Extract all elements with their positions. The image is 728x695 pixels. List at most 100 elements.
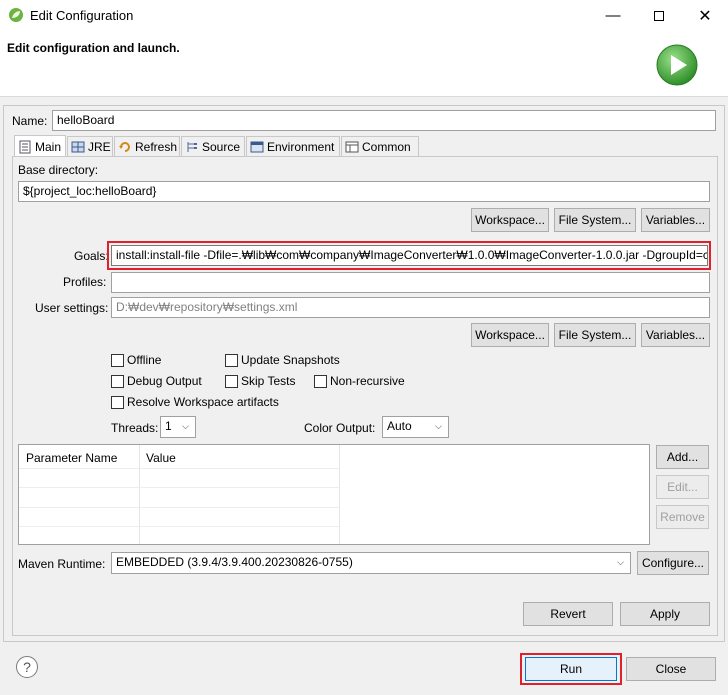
maximize-button[interactable] (636, 0, 682, 31)
threads-label: Threads: (111, 421, 159, 435)
minimize-button[interactable]: — (590, 0, 636, 31)
apply-button[interactable]: Apply (620, 602, 710, 626)
row-divider (19, 487, 339, 488)
source-tab-icon (187, 142, 197, 152)
file-system-button[interactable]: File System... (554, 208, 636, 232)
skip-tests-checkbox[interactable]: Skip Tests (225, 374, 295, 388)
offline-checkbox[interactable]: Offline (111, 353, 161, 367)
edit-button-label: Edit... (667, 480, 698, 494)
column-header-parameter-name: Parameter Name (26, 451, 118, 465)
skip-tests-checkbox-box[interactable] (225, 374, 238, 388)
tab-jre[interactable]: JRE (67, 136, 113, 157)
tab-jre-label: JRE (88, 140, 111, 154)
maven-runtime-select[interactable]: EMBEDDED (3.9.4/3.9.400.20230826-0755) ⌵ (111, 552, 631, 574)
tab-common[interactable]: Common (341, 136, 419, 157)
help-icon[interactable]: ? (16, 656, 38, 678)
offline-label: Offline (127, 353, 162, 367)
variables-button-label: Variables... (645, 213, 706, 227)
maven-runtime-value: EMBEDDED (3.9.4/3.9.400.20230826-0755) (116, 555, 353, 569)
user-settings-label: User settings: (35, 301, 109, 315)
minimize-icon: — (605, 7, 621, 24)
common-tab-icon (345, 141, 359, 153)
remove-button-label: Remove (660, 510, 705, 524)
tab-refresh-label: Refresh (135, 140, 178, 154)
tab-environment[interactable]: Environment (246, 136, 340, 157)
resolve-workspace-checkbox-box[interactable] (111, 395, 124, 409)
non-recursive-checkbox[interactable]: Non-recursive (314, 374, 405, 388)
row-divider (19, 468, 339, 469)
resolve-workspace-checkbox[interactable]: Resolve Workspace artifacts (111, 395, 279, 409)
spring-leaf-icon (9, 8, 23, 22)
close-button[interactable]: Close (626, 657, 716, 681)
offline-checkbox-box[interactable] (111, 353, 124, 367)
update-snapshots-checkbox-box[interactable] (225, 353, 238, 367)
workspace-button[interactable]: Workspace... (471, 208, 549, 232)
base-directory-input[interactable]: ${project_loc:helloBoard} (18, 181, 710, 202)
window-title: Edit Configuration (30, 8, 134, 23)
non-recursive-label: Non-recursive (330, 374, 405, 388)
base-directory-label: Base directory: (18, 163, 99, 177)
revert-button-label: Revert (550, 607, 586, 621)
profiles-label: Profiles: (63, 275, 107, 289)
debug-output-label: Debug Output (127, 374, 202, 388)
goals-input[interactable]: install:install-file -Dfile=.₩lib₩com₩co… (111, 245, 708, 266)
tab-environment-label: Environment (267, 140, 335, 154)
goals-label: Goals: (74, 249, 109, 263)
resolve-workspace-label: Resolve Workspace artifacts (127, 395, 279, 409)
run-button[interactable]: Run (525, 657, 617, 681)
banner-title: Edit configuration and launch. (7, 41, 180, 55)
apply-button-label: Apply (649, 607, 681, 621)
color-output-select[interactable]: Auto ⌵ (382, 416, 449, 438)
row-divider (19, 507, 339, 508)
chevron-down-icon: ⌵ (435, 421, 442, 431)
tab-main[interactable]: Main (14, 135, 66, 157)
header-banner: Edit configuration and launch. (0, 31, 728, 97)
title-bar: Edit Configuration — ✕ (0, 0, 728, 31)
maven-runtime-label: Maven Runtime: (18, 557, 106, 571)
tab-source[interactable]: Source (181, 136, 245, 157)
run-launch-icon (656, 44, 698, 86)
variables-button-2-label: Variables... (645, 328, 706, 342)
jre-tab-icon (71, 141, 85, 153)
skip-tests-label: Skip Tests (241, 374, 296, 388)
debug-output-checkbox-box[interactable] (111, 374, 124, 388)
edit-button[interactable]: Edit... (656, 475, 709, 499)
variables-button[interactable]: Variables... (641, 208, 710, 232)
update-snapshots-checkbox[interactable]: Update Snapshots (225, 353, 340, 367)
file-system-button-2-label: File System... (558, 328, 632, 342)
name-input[interactable]: helloBoard (52, 110, 716, 131)
non-recursive-checkbox-box[interactable] (314, 374, 327, 388)
close-window-button[interactable]: ✕ (682, 0, 728, 31)
workspace-button-2-label: Workspace... (475, 328, 545, 342)
tab-main-label: Main (35, 139, 62, 154)
color-output-value: Auto (387, 419, 412, 433)
remove-button[interactable]: Remove (656, 505, 709, 529)
environment-tab-icon (250, 141, 264, 153)
threads-select[interactable]: 1 ⌵ (160, 416, 196, 438)
debug-output-checkbox[interactable]: Debug Output (111, 374, 202, 388)
column-separator (339, 445, 340, 544)
revert-button[interactable]: Revert (523, 602, 613, 626)
close-button-label: Close (655, 662, 687, 676)
tab-refresh[interactable]: Refresh (114, 136, 180, 157)
threads-value: 1 (165, 419, 172, 433)
row-divider (19, 526, 339, 527)
user-settings-input[interactable]: D:₩dev₩repository₩settings.xml (111, 297, 710, 318)
profiles-input[interactable] (111, 272, 710, 293)
parameters-table[interactable]: Parameter Name Value (18, 444, 650, 545)
tab-source-label: Source (202, 140, 241, 154)
run-button-label: Run (559, 662, 582, 676)
configure-button[interactable]: Configure... (637, 551, 709, 575)
name-label: Name: (12, 114, 48, 128)
file-system-button-2[interactable]: File System... (554, 323, 636, 347)
add-button[interactable]: Add... (656, 445, 709, 469)
chevron-down-icon: ⌵ (617, 557, 624, 567)
column-separator (139, 445, 140, 544)
chevron-down-icon: ⌵ (182, 421, 189, 431)
main-tab-icon (19, 140, 31, 153)
workspace-button-label: Workspace... (475, 213, 545, 227)
add-button-label: Add... (666, 450, 699, 464)
configure-button-label: Configure... (641, 556, 705, 570)
workspace-button-2[interactable]: Workspace... (471, 323, 549, 347)
variables-button-2[interactable]: Variables... (641, 323, 710, 347)
